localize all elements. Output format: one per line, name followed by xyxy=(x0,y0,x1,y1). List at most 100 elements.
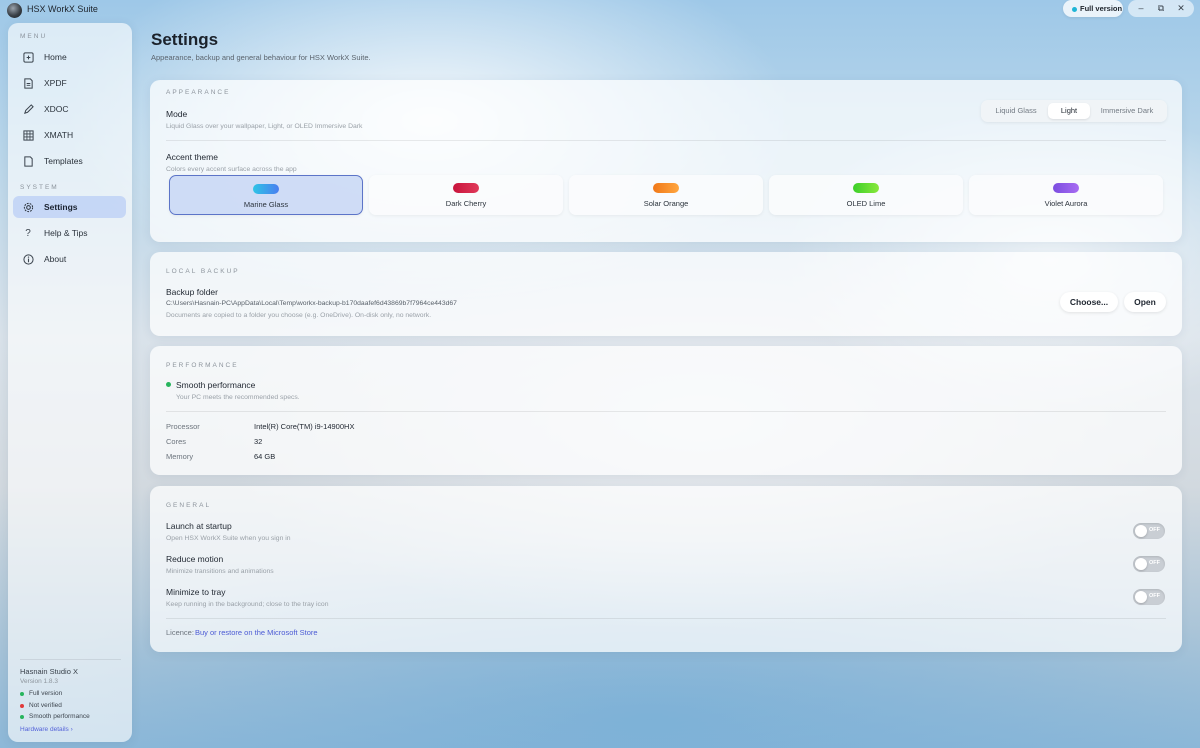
window-controls: – ⧉ ✕ xyxy=(1128,0,1194,17)
spec-key: Processor xyxy=(166,422,200,431)
spec-key: Memory xyxy=(166,452,194,461)
minimize-to-tray-toggle[interactable]: OFF xyxy=(1133,589,1165,605)
accent-label: Solar Orange xyxy=(643,199,689,208)
spec-value: 32 xyxy=(254,437,263,446)
restore-button[interactable]: ⧉ xyxy=(1151,2,1171,15)
system-section-label: SYSTEM xyxy=(20,184,59,191)
accent-oled-lime[interactable]: OLED Lime xyxy=(769,175,963,215)
backup-path: C:\Users\Hasnain-PC\AppData\Local\Temp\w… xyxy=(166,300,457,307)
status-label: Smooth performance xyxy=(29,713,90,720)
toggle-knob xyxy=(1135,591,1147,603)
toggle-state: OFF xyxy=(1149,593,1160,599)
grid-icon xyxy=(21,128,35,142)
accent-marine-glass[interactable]: Marine Glass xyxy=(169,175,363,215)
accent-description: Colors every accent surface across the a… xyxy=(166,166,297,173)
spec-value: Intel(R) Core(TM) i9-14900HX xyxy=(254,422,355,431)
sidebar-item-xdoc[interactable]: XDOC xyxy=(13,98,126,120)
info-icon xyxy=(21,252,35,266)
app-version: Version 1.8.3 xyxy=(20,678,58,685)
accent-swatch xyxy=(653,183,679,193)
general-card: GENERAL Launch at startup Open HSX WorkX… xyxy=(150,486,1182,652)
sidebar: MENU Home XPDF XDOC XMATH Templates SYST… xyxy=(8,23,132,742)
status-dot-icon xyxy=(1072,7,1077,12)
pdf-icon xyxy=(21,76,35,90)
full-version-label: Full version xyxy=(1080,4,1123,13)
accent-label: Dark Cherry xyxy=(445,199,487,208)
document-icon xyxy=(21,154,35,168)
sidebar-item-xpdf[interactable]: XPDF xyxy=(13,72,126,94)
sidebar-item-label: XDOC xyxy=(44,104,69,114)
performance-status-description: Your PC meets the recommended specs. xyxy=(176,394,300,401)
toggle-title: Minimize to tray xyxy=(166,587,226,597)
open-folder-button[interactable]: Open xyxy=(1124,292,1166,312)
sidebar-item-xmath[interactable]: XMATH xyxy=(13,124,126,146)
divider xyxy=(166,411,1166,412)
accent-label: OLED Lime xyxy=(846,199,886,208)
app-logo-icon xyxy=(7,3,22,18)
mode-option-light[interactable]: Light xyxy=(1048,103,1090,119)
hardware-details-link[interactable]: Hardware details › xyxy=(20,726,73,733)
gear-icon xyxy=(21,200,35,214)
status-not-verified: Not verified xyxy=(20,702,62,709)
pen-icon xyxy=(21,102,35,116)
toggle-description: Open HSX WorkX Suite when you sign in xyxy=(166,535,291,542)
sidebar-item-settings[interactable]: Settings xyxy=(13,196,126,218)
accent-label: Violet Aurora xyxy=(1044,199,1088,208)
accent-swatch xyxy=(853,183,879,193)
divider xyxy=(166,618,1166,619)
toggle-title: Launch at startup xyxy=(166,521,232,531)
choose-folder-button[interactable]: Choose... xyxy=(1060,292,1118,312)
sidebar-divider xyxy=(20,659,121,660)
sidebar-item-home[interactable]: Home xyxy=(13,46,126,68)
toggle-title: Reduce motion xyxy=(166,554,224,564)
sidebar-item-label: About xyxy=(44,254,67,264)
title-bar: HSX WorkX Suite Full version – ⧉ ✕ xyxy=(0,0,1200,20)
toggle-state: OFF xyxy=(1149,560,1160,566)
section-heading: LOCAL BACKUP xyxy=(166,268,240,275)
status-dot-icon xyxy=(20,691,24,696)
sidebar-item-templates[interactable]: Templates xyxy=(13,150,126,172)
page-title: Settings xyxy=(151,30,219,49)
performance-status-title: Smooth performance xyxy=(176,380,256,390)
accent-swatch xyxy=(253,184,279,194)
sidebar-item-label: Settings xyxy=(44,202,78,212)
app-title: HSX WorkX Suite xyxy=(27,4,98,14)
accent-label: Marine Glass xyxy=(243,200,289,209)
sidebar-item-label: Home xyxy=(44,52,67,62)
status-dot-icon xyxy=(166,382,171,387)
page-subtitle: Appearance, backup and general behaviour… xyxy=(151,53,371,62)
mode-title: Mode xyxy=(166,109,188,119)
accent-swatch xyxy=(1053,183,1079,193)
close-button[interactable]: ✕ xyxy=(1171,2,1191,15)
sidebar-item-about[interactable]: About xyxy=(13,248,126,270)
launch-at-startup-toggle[interactable]: OFF xyxy=(1133,523,1165,539)
menu-section-label: MENU xyxy=(20,33,48,40)
section-heading: GENERAL xyxy=(166,502,212,509)
accent-violet-aurora[interactable]: Violet Aurora xyxy=(969,175,1163,215)
reduce-motion-toggle[interactable]: OFF xyxy=(1133,556,1165,572)
status-performance: Smooth performance xyxy=(20,713,90,720)
status-dot-icon xyxy=(20,703,24,708)
licence-store-link[interactable]: Buy or restore on the Microsoft Store xyxy=(195,628,318,637)
toggle-knob xyxy=(1135,525,1147,537)
performance-card: PERFORMANCE Smooth performance Your PC m… xyxy=(150,346,1182,475)
brand-name: Hasnain Studio X xyxy=(20,667,78,676)
status-label: Not verified xyxy=(29,702,62,709)
accent-dark-cherry[interactable]: Dark Cherry xyxy=(369,175,563,215)
sidebar-item-help[interactable]: ? Help & Tips xyxy=(13,222,126,244)
spec-key: Cores xyxy=(166,437,187,446)
section-heading: APPEARANCE xyxy=(166,89,231,96)
sidebar-item-label: Templates xyxy=(44,156,83,166)
status-full-version: Full version xyxy=(20,690,62,697)
minimize-button[interactable]: – xyxy=(1131,2,1151,15)
accent-solar-orange[interactable]: Solar Orange xyxy=(569,175,763,215)
full-version-pill[interactable]: Full version xyxy=(1063,0,1123,17)
toggle-description: Keep running in the background; close to… xyxy=(166,601,329,608)
licence-label: Licence: xyxy=(166,628,194,637)
mode-option-immersive-dark[interactable]: Immersive Dark xyxy=(1090,103,1164,119)
accent-title: Accent theme xyxy=(166,152,218,162)
mode-option-liquid-glass[interactable]: Liquid Glass xyxy=(984,103,1048,119)
mode-description: Liquid Glass over your wallpaper, Light,… xyxy=(166,123,363,130)
sidebar-item-label: Help & Tips xyxy=(44,228,88,238)
toggle-description: Minimize transitions and animations xyxy=(166,568,274,575)
